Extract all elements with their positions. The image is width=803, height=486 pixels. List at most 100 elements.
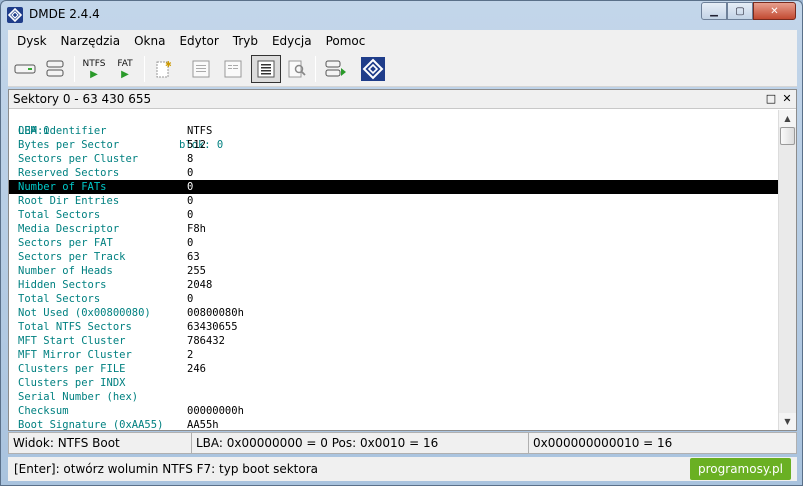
table-row-selected[interactable]: Number of FATs 0 — [9, 180, 778, 194]
ntfs-label: NTFS — [82, 58, 106, 69]
text-view-icon — [224, 60, 242, 78]
table-row[interactable]: MFT Start Cluster 786432 — [9, 334, 778, 348]
template-view[interactable]: LBA:0 blok: 0 OEM identifier NTFS Bytes p… — [9, 110, 778, 430]
table-row[interactable]: Hidden Sectors 2048 — [9, 278, 778, 292]
field-label: Media Descriptor — [18, 223, 120, 235]
close-button[interactable]: ✕ — [753, 2, 796, 20]
field-value: 2048 — [187, 279, 213, 291]
scroll-up-button[interactable]: ▲ — [779, 110, 796, 127]
scroll-thumb[interactable] — [780, 127, 795, 145]
close-icon: ✕ — [770, 5, 779, 17]
panel-maximize-button[interactable]: □ — [765, 93, 777, 105]
field-label: Number of Heads — [18, 265, 113, 277]
table-row[interactable]: Sectors per FAT 0 — [9, 236, 778, 250]
panel-title: Sektory 0 - 63 430 655 — [13, 92, 152, 106]
table-row[interactable]: Sectors per Cluster 8 — [9, 152, 778, 166]
minimize-icon: ▁ — [710, 5, 718, 17]
menu-tryb[interactable]: Tryb — [226, 34, 265, 48]
field-label: MFT Start Cluster — [18, 335, 126, 347]
menu-edycja[interactable]: Edycja — [265, 34, 319, 48]
table-row[interactable]: Boot Signature (0xAA55) AA55h — [9, 418, 778, 430]
hint-bar: [Enter]: otwórz wolumin NTFS F7: typ boo… — [8, 457, 797, 481]
field-label: Checksum — [18, 405, 69, 417]
table-row[interactable]: Reserved Sectors 0 — [9, 166, 778, 180]
chevron-up-icon: ▲ — [784, 114, 791, 123]
hex-view-icon — [192, 60, 210, 78]
search-view-button[interactable] — [284, 55, 310, 83]
toolbar-separator — [144, 56, 145, 82]
panel-close-button[interactable]: ✕ — [781, 93, 793, 105]
field-value: 8 — [187, 153, 194, 165]
field-label: OEM identifier — [18, 125, 107, 137]
field-label: Number of FATs — [18, 181, 107, 193]
select-drive-button[interactable] — [12, 55, 38, 83]
table-row[interactable]: Not Used (0x00800080) 00800080h — [9, 306, 778, 320]
field-value: F8h — [187, 223, 206, 235]
field-value: 512 — [187, 139, 206, 151]
field-value: 786432 — [187, 335, 225, 347]
table-row[interactable]: OEM identifier NTFS — [9, 124, 778, 138]
menu-edytor[interactable]: Edytor — [172, 34, 225, 48]
sector-panel: Sektory 0 - 63 430 655 □ ✕ LBA:0 blok: 0… — [8, 89, 797, 431]
view-hex-button[interactable] — [188, 55, 214, 83]
field-label: Sectors per Track — [18, 251, 126, 263]
fat-label: FAT — [117, 58, 133, 69]
field-label: Total Sectors — [18, 293, 101, 305]
table-row[interactable]: Checksum 00000000h — [9, 404, 778, 418]
table-row[interactable]: Clusters per FILE 246 — [9, 362, 778, 376]
menu-pomoc[interactable]: Pomoc — [319, 34, 373, 48]
table-row[interactable]: MFT Mirror Cluster 2 — [9, 348, 778, 362]
dmde-logo-icon — [361, 57, 385, 81]
table-row[interactable]: Total Sectors 0 — [9, 208, 778, 222]
field-label: Boot Signature (0xAA55) — [18, 419, 164, 430]
open-volume-button[interactable] — [321, 55, 351, 83]
menu-okna[interactable]: Okna — [127, 34, 172, 48]
panel-header: Sektory 0 - 63 430 655 □ ✕ — [9, 90, 796, 109]
field-value: 0 — [187, 167, 194, 179]
maximize-button[interactable]: ▢ — [727, 2, 753, 20]
window-title: DMDE 2.4.4 — [29, 7, 100, 21]
view-template-button[interactable] — [251, 55, 281, 83]
table-row[interactable]: Sectors per Track 63 — [9, 250, 778, 264]
field-label: Reserved Sectors — [18, 167, 120, 179]
play-icon: ▶ — [121, 68, 129, 80]
minimize-button[interactable]: ▁ — [701, 2, 727, 20]
new-sector-button[interactable]: ✱ — [150, 55, 176, 83]
fat-button[interactable]: FAT ▶ — [112, 55, 138, 83]
table-row[interactable]: Root Dir Entries 0 — [9, 194, 778, 208]
scroll-down-button[interactable]: ▼ — [779, 413, 796, 430]
table-row[interactable]: Bytes per Sector 512 — [9, 138, 778, 152]
field-value: 00000000h — [187, 405, 244, 417]
svg-text:✱: ✱ — [165, 60, 172, 69]
field-label: Sectors per FAT — [18, 237, 113, 249]
chevron-down-icon: ▼ — [784, 417, 791, 426]
toolbar: NTFS ▶ FAT ▶ ✱ — [8, 51, 797, 87]
hint-text: [Enter]: otwórz wolumin NTFS F7: typ boo… — [14, 462, 319, 476]
field-value: 0 — [187, 195, 194, 207]
field-label: Clusters per INDX — [18, 377, 126, 389]
table-row[interactable]: Media Descriptor F8h — [9, 222, 778, 236]
watermark-logo: programosy.pl — [690, 458, 791, 480]
field-label: Root Dir Entries — [18, 195, 120, 207]
ntfs-button[interactable]: NTFS ▶ — [80, 55, 108, 83]
dmde-logo-button[interactable] — [360, 55, 386, 83]
table-row[interactable]: Number of Heads 255 — [9, 264, 778, 278]
status-offset: 0x000000000010 = 16 — [533, 436, 673, 450]
field-value: 2 — [187, 349, 194, 361]
field-value: 0 — [187, 209, 194, 221]
menu-dysk[interactable]: Dysk — [10, 34, 54, 48]
table-row[interactable]: Clusters per INDX — [9, 376, 778, 390]
view-text-button[interactable] — [220, 55, 246, 83]
vertical-scrollbar[interactable]: ▲ ▼ — [778, 110, 796, 430]
header-row: LBA:0 blok: 0 — [9, 110, 778, 151]
table-row[interactable]: Serial Number (hex) — [9, 390, 778, 404]
field-value: 63430655 — [187, 321, 238, 333]
maximize-icon: ▢ — [735, 5, 745, 17]
table-row[interactable]: Total Sectors 0 — [9, 292, 778, 306]
status-position: LBA: 0x00000000 = 0 Pos: 0x0010 = 16 — [192, 433, 529, 453]
table-row[interactable]: Total NTFS Sectors 63430655 — [9, 320, 778, 334]
title-bar[interactable]: DMDE 2.4.4 ▁ ▢ ✕ — [1, 1, 802, 29]
menu-narzedzia[interactable]: Narzędzia — [54, 34, 128, 48]
partitions-button[interactable] — [42, 55, 68, 83]
field-value: 0 — [187, 237, 194, 249]
